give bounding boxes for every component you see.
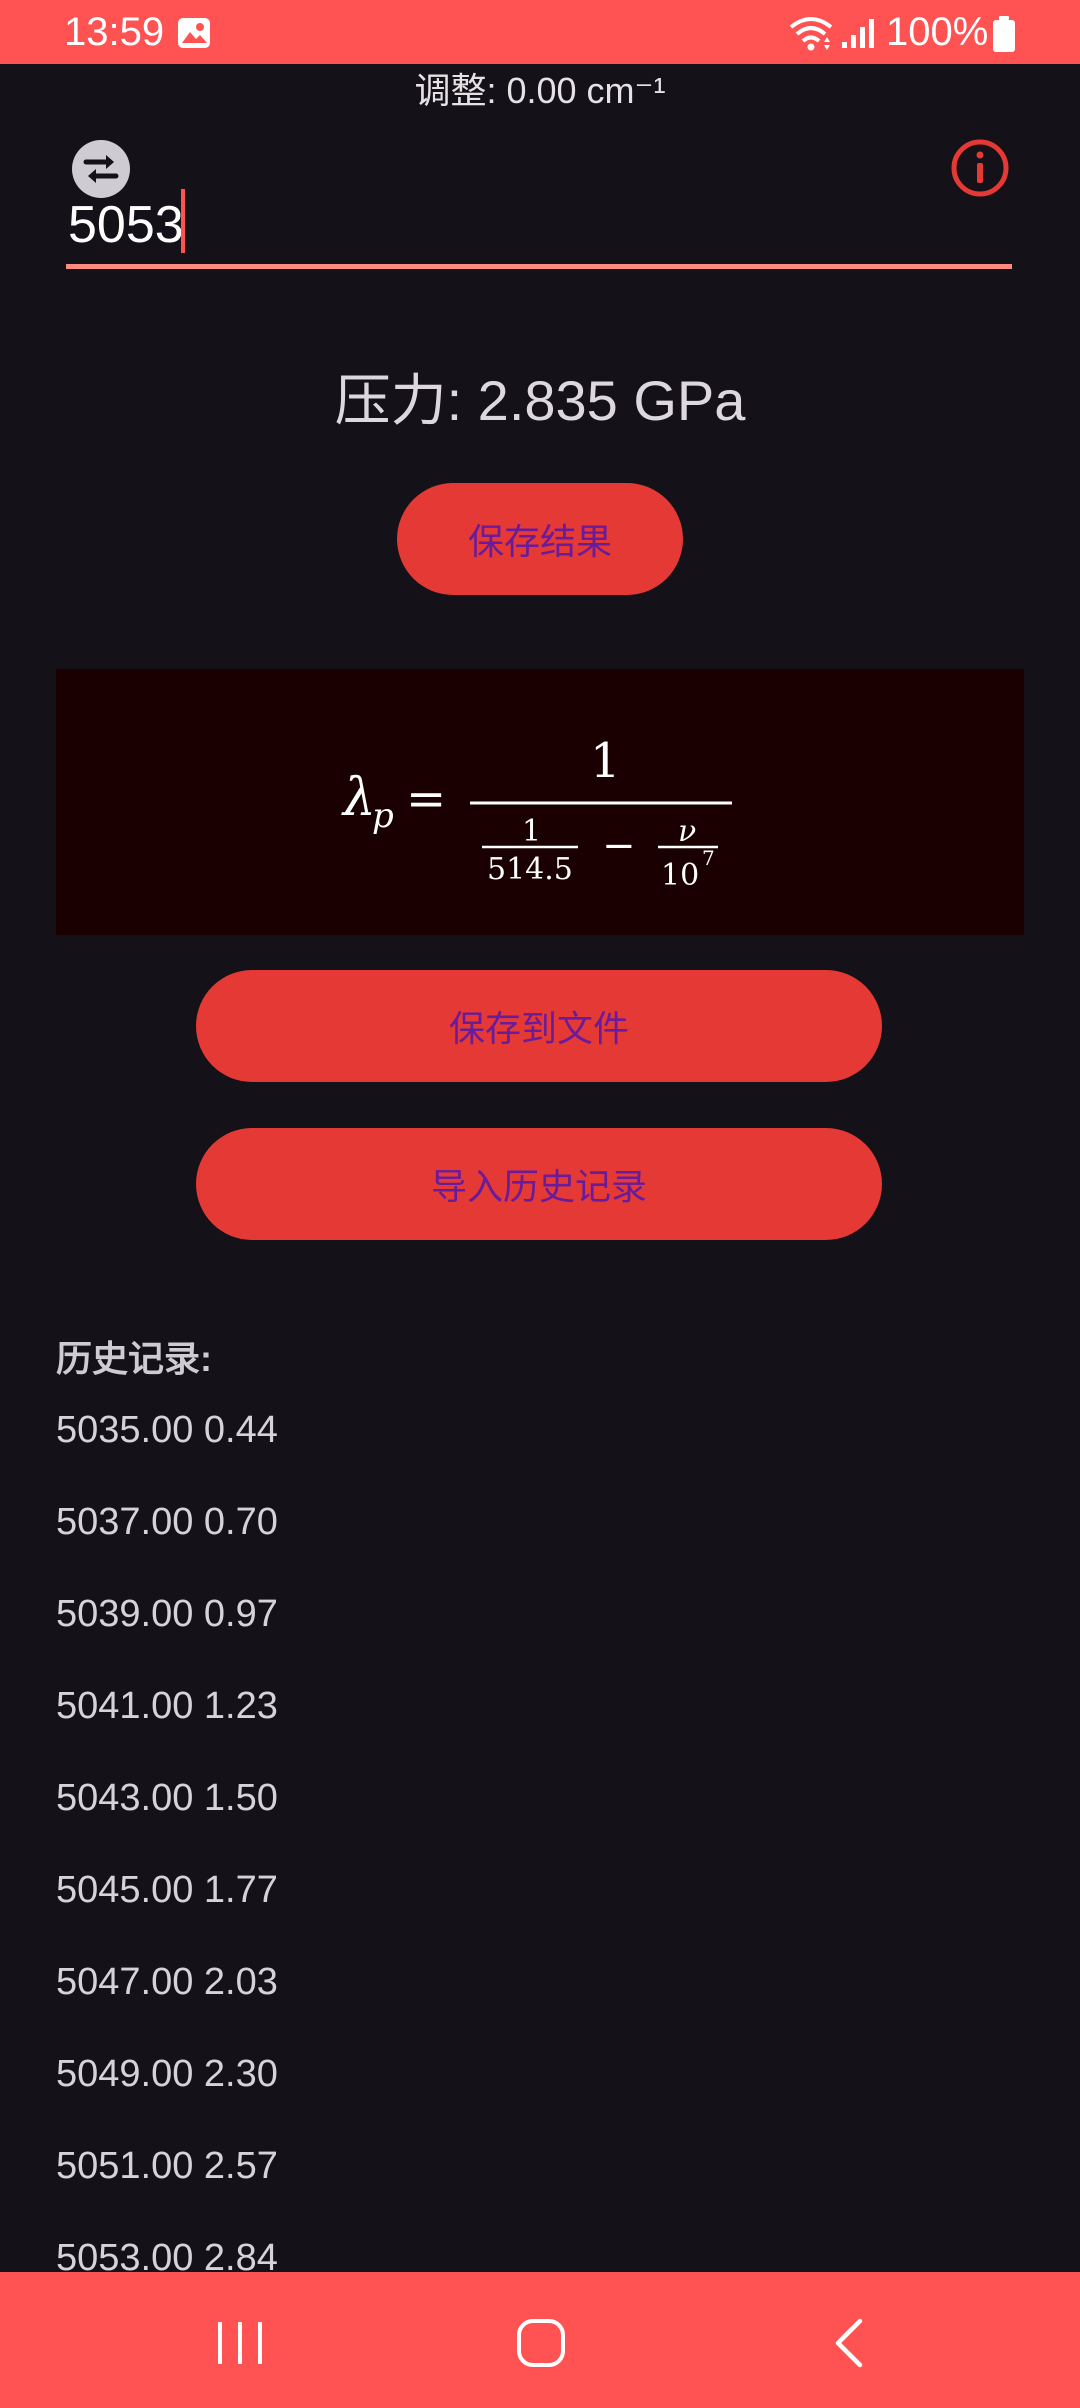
history-item: 5037.00 0.70	[56, 1501, 278, 1543]
pressure-result: 压力: 2.835 GPa	[334, 369, 746, 432]
image-notification-icon	[178, 18, 210, 48]
history-item: 5039.00 0.97	[56, 1593, 278, 1635]
wavenumber-input[interactable]	[66, 186, 1008, 264]
history-title: 历史记录:	[56, 1338, 212, 1379]
formula-inner-denominator: 514.5	[487, 852, 573, 887]
history-item: 5051.00 2.57	[56, 2145, 278, 2187]
back-icon[interactable]	[826, 2316, 870, 2370]
home-icon[interactable]	[514, 2316, 568, 2370]
history-item: 5047.00 2.03	[56, 1961, 278, 2003]
recents-icon[interactable]	[214, 2318, 266, 2368]
import-history-button[interactable]: 导入历史记录	[196, 1128, 882, 1240]
history-item: 5045.00 1.77	[56, 1869, 278, 1911]
history-item: 5049.00 2.30	[56, 2053, 278, 2095]
formula: λ p = 1 1 514.5 − ν 10 7	[341, 733, 732, 893]
formula-nu: ν	[678, 814, 696, 849]
navigation-bar	[0, 2272, 1080, 2408]
formula-minus: −	[602, 823, 636, 869]
battery-percentage: 100%	[886, 10, 989, 54]
formula-equals: =	[406, 771, 446, 827]
formula-ten: 10	[661, 858, 699, 893]
history-item: 5035.00 0.44	[56, 1409, 278, 1451]
formula-exponent: 7	[702, 846, 715, 870]
status-bar: 13:59 100%	[0, 0, 1080, 64]
formula-inner-numerator: 1	[522, 814, 541, 849]
save-result-button[interactable]: 保存结果	[397, 483, 683, 595]
formula-numerator: 1	[590, 733, 621, 789]
history-list[interactable]: 5035.00 0.44 5037.00 0.70 5039.00 0.97 5…	[56, 1404, 956, 2272]
adjustment-label: 调整: 0.00 cm⁻¹	[414, 70, 666, 111]
formula-panel: λ p = 1 1 514.5 − ν 10 7	[56, 669, 1024, 935]
formula-subscript: p	[372, 796, 394, 836]
wifi-icon	[789, 17, 833, 51]
history-item: 5041.00 1.23	[56, 1685, 278, 1727]
battery-icon	[993, 16, 1015, 52]
signal-icon	[842, 19, 874, 48]
save-to-file-button[interactable]: 保存到文件	[196, 970, 882, 1082]
formula-lambda: λ	[341, 768, 376, 828]
status-time: 13:59	[64, 10, 165, 54]
text-cursor	[181, 189, 185, 253]
history-item: 5053.00 2.84	[56, 2237, 278, 2272]
history-item: 5043.00 1.50	[56, 1777, 278, 1819]
input-underline	[66, 264, 1012, 269]
